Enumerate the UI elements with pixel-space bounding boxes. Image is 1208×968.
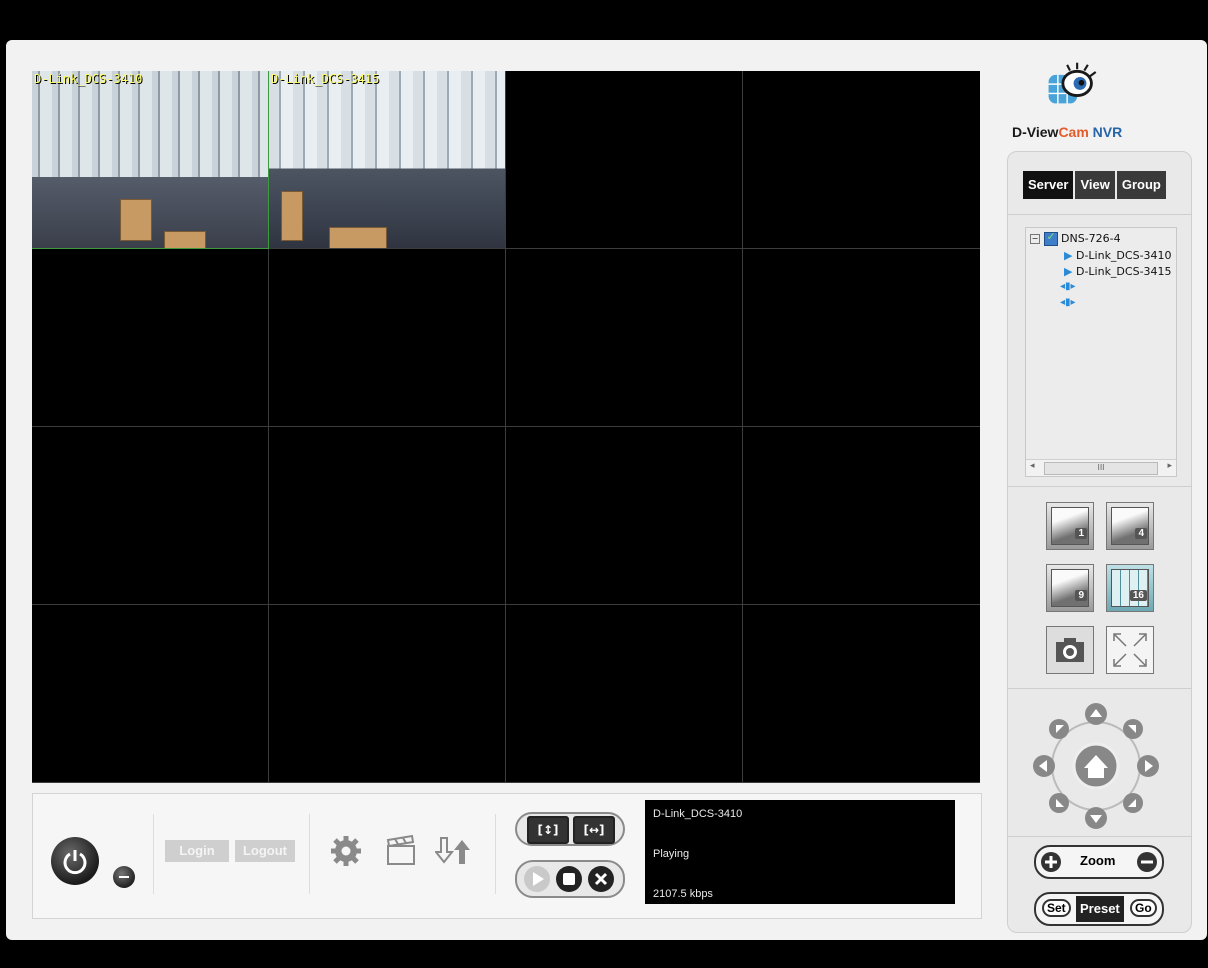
ptz-left-icon[interactable] bbox=[1033, 755, 1055, 777]
video-cell-6[interactable] bbox=[269, 249, 506, 427]
video-cell-14[interactable] bbox=[269, 605, 506, 783]
settings-icon[interactable] bbox=[329, 834, 363, 868]
audio-channel-icon[interactable]: ◂▮▸ bbox=[1060, 281, 1076, 292]
divider bbox=[1008, 486, 1191, 487]
zoom-in-icon[interactable] bbox=[1040, 851, 1062, 873]
playback-icon[interactable] bbox=[385, 834, 417, 868]
camera-label: D-Link_DCS-3415 bbox=[271, 72, 380, 86]
video-cell-1[interactable]: D-Link_DCS-3410 bbox=[32, 71, 269, 249]
status-state: Playing bbox=[653, 848, 690, 860]
ptz-up-right-icon[interactable] bbox=[1123, 719, 1143, 739]
minimize-button[interactable] bbox=[113, 866, 135, 888]
video-cell-5[interactable] bbox=[32, 249, 269, 427]
preset-label: Preset bbox=[1076, 896, 1124, 922]
ptz-home-icon[interactable] bbox=[1072, 742, 1120, 790]
side-tabs: Server View Group bbox=[1023, 171, 1166, 199]
preset-control: Set Preset Go bbox=[1034, 892, 1164, 926]
ptz-down-icon[interactable] bbox=[1085, 807, 1107, 829]
zoom-control: Zoom bbox=[1034, 845, 1164, 879]
close-stream-icon[interactable] bbox=[587, 865, 615, 893]
fullscreen-button[interactable] bbox=[1106, 626, 1154, 674]
video-cell-13[interactable] bbox=[32, 605, 269, 783]
logout-button[interactable]: Logout bbox=[235, 840, 295, 862]
power-button[interactable] bbox=[51, 837, 99, 885]
import-export-icon[interactable] bbox=[435, 834, 471, 868]
ptz-right-icon[interactable] bbox=[1137, 755, 1159, 777]
ptz-up-icon[interactable] bbox=[1085, 703, 1107, 725]
video-cell-7[interactable] bbox=[506, 249, 743, 427]
tab-group[interactable]: Group bbox=[1116, 171, 1166, 199]
fullscreen-icon bbox=[1113, 633, 1147, 667]
app-logo-text: D-ViewCam NVR bbox=[1012, 124, 1123, 140]
camera-feed bbox=[269, 71, 505, 248]
collapse-icon[interactable]: − bbox=[1030, 234, 1040, 244]
server-icon: ✓ bbox=[1043, 230, 1058, 246]
control-panel: Login Logout [↕] [↔] D-Link_DCS-3410 Pla… bbox=[32, 793, 982, 919]
preset-go-button[interactable]: Go bbox=[1130, 899, 1157, 917]
power-icon bbox=[63, 850, 87, 875]
divider bbox=[1008, 836, 1191, 837]
tree-camera-2[interactable]: ▶ D-Link_DCS-3415 bbox=[1064, 265, 1172, 278]
scene-box bbox=[281, 191, 303, 241]
camera-label: D-Link_DCS-3410 bbox=[34, 72, 143, 86]
camera-play-icon: ▶ bbox=[1064, 249, 1073, 262]
layout-1-button[interactable]: 1 bbox=[1046, 502, 1094, 550]
zoom-out-icon[interactable] bbox=[1136, 851, 1158, 873]
divider bbox=[153, 814, 154, 894]
video-cell-16[interactable] bbox=[743, 605, 980, 783]
horizontal-scrollbar[interactable]: ◂ III ▸ bbox=[1026, 459, 1176, 476]
video-cell-10[interactable] bbox=[269, 427, 506, 605]
snapshot-button[interactable] bbox=[1046, 626, 1094, 674]
scrollbar-thumb[interactable]: III bbox=[1044, 462, 1158, 475]
layout-4-button[interactable]: 4 bbox=[1106, 502, 1154, 550]
tree-camera-1[interactable]: ▶ D-Link_DCS-3410 bbox=[1064, 249, 1172, 262]
scene-box bbox=[329, 227, 387, 248]
tab-server[interactable]: Server bbox=[1023, 171, 1074, 199]
status-camera: D-Link_DCS-3410 bbox=[653, 808, 743, 820]
device-tree: − ✓ DNS-726-4 ▶ D-Link_DCS-3410 ▶ D-Link… bbox=[1025, 227, 1177, 477]
layout-16-button[interactable]: 16 bbox=[1106, 564, 1154, 612]
video-cell-9[interactable] bbox=[32, 427, 269, 605]
tab-view[interactable]: View bbox=[1075, 171, 1115, 199]
video-cell-15[interactable] bbox=[506, 605, 743, 783]
play-icon[interactable] bbox=[523, 865, 551, 893]
camera-play-icon: ▶ bbox=[1064, 265, 1073, 278]
video-cell-4[interactable] bbox=[743, 71, 980, 249]
scene-box bbox=[120, 199, 152, 241]
login-button[interactable]: Login bbox=[165, 840, 229, 862]
stream-mode-group: [↕] [↔] bbox=[515, 812, 625, 846]
scroll-left-icon[interactable]: ◂ bbox=[1030, 461, 1035, 471]
ptz-down-right-icon[interactable] bbox=[1123, 793, 1143, 813]
zoom-label: Zoom bbox=[1080, 853, 1116, 868]
status-bitrate: 2107.5 kbps bbox=[653, 888, 713, 900]
fill-screen-button[interactable]: [↔] bbox=[573, 816, 615, 844]
playback-control-group bbox=[515, 860, 625, 898]
video-cell-2[interactable]: D-Link_DCS-3415 bbox=[269, 71, 506, 249]
camera-icon bbox=[1056, 638, 1084, 662]
app-logo bbox=[1048, 62, 1097, 104]
video-cell-12[interactable] bbox=[743, 427, 980, 605]
stop-icon[interactable] bbox=[555, 865, 583, 893]
video-cell-8[interactable] bbox=[743, 249, 980, 427]
tree-root[interactable]: − ✓ DNS-726-4 bbox=[1030, 230, 1121, 246]
divider bbox=[495, 814, 496, 894]
status-display: D-Link_DCS-3410 Playing 2107.5 kbps bbox=[645, 800, 955, 904]
video-cell-3[interactable] bbox=[506, 71, 743, 249]
ptz-control bbox=[1033, 703, 1159, 829]
divider bbox=[1008, 688, 1191, 689]
divider bbox=[1008, 214, 1191, 215]
video-grid: D-Link_DCS-3410 D-Link_DCS-3415 bbox=[32, 71, 980, 783]
layout-9-button[interactable]: 9 bbox=[1046, 564, 1094, 612]
video-cell-11[interactable] bbox=[506, 427, 743, 605]
ptz-up-left-icon[interactable] bbox=[1049, 719, 1069, 739]
scroll-right-icon[interactable]: ▸ bbox=[1167, 461, 1172, 471]
ptz-down-left-icon[interactable] bbox=[1049, 793, 1069, 813]
audio-channel-icon[interactable]: ◂▮▸ bbox=[1060, 297, 1076, 308]
scene-box bbox=[164, 231, 206, 248]
preset-set-button[interactable]: Set bbox=[1042, 899, 1071, 917]
divider bbox=[309, 814, 310, 894]
auto-fit-button[interactable]: [↕] bbox=[527, 816, 569, 844]
